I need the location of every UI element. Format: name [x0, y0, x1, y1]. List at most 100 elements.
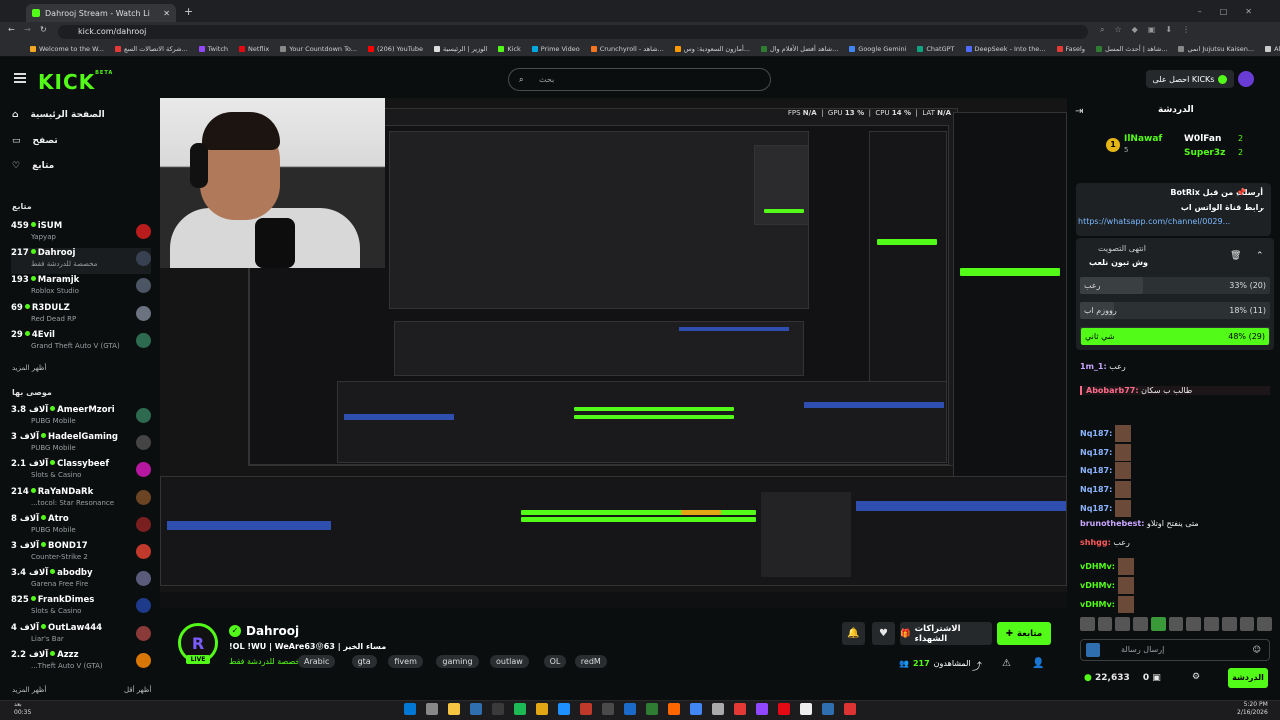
- window-controls[interactable]: –□✕: [1198, 7, 1270, 16]
- system-clock[interactable]: 5:20 PM 2/16/2026: [1237, 701, 1268, 717]
- streamer-name[interactable]: ✓ Dahrooj: [229, 624, 299, 638]
- bookmark-item[interactable]: Faselو: [1056, 45, 1085, 53]
- taskbar-app-icon[interactable]: [712, 703, 724, 715]
- extensions-icon[interactable]: ⌕☆◆▣⬇⋮: [1100, 25, 1200, 35]
- more-users-icon[interactable]: 👤: [1032, 658, 1044, 669]
- chevron-up-icon[interactable]: ⌃: [1256, 251, 1264, 261]
- taskbar-app-icon[interactable]: [536, 703, 548, 715]
- taskbar-app-icon[interactable]: [734, 703, 746, 715]
- report-icon[interactable]: ⚠: [1002, 658, 1011, 669]
- weather-widget[interactable]: بعد 00:35: [14, 701, 31, 717]
- taskbar-app-icon[interactable]: [646, 703, 658, 715]
- chat-input[interactable]: إرسال رسالة ☺: [1080, 639, 1270, 661]
- share-icon[interactable]: ⤴: [972, 658, 982, 673]
- chat-message[interactable]: Nq187:: [1080, 425, 1132, 442]
- bookmark-item[interactable]: Prime Video: [531, 45, 580, 53]
- taskbar-app-icon[interactable]: [668, 703, 680, 715]
- emote-icon[interactable]: [1239, 617, 1255, 631]
- chat-message[interactable]: vDHMv:: [1080, 596, 1134, 613]
- stream-tag[interactable]: outlaw: [490, 655, 529, 668]
- chat-message[interactable]: vDHMv:: [1080, 577, 1134, 594]
- chat-message[interactable]: Nq187:: [1080, 444, 1132, 461]
- favorite-heart-icon[interactable]: ♥: [872, 622, 895, 645]
- chat-username[interactable]: Nq187:: [1080, 485, 1112, 494]
- close-icon[interactable]: ✕: [163, 9, 170, 18]
- new-tab-icon[interactable]: +: [184, 5, 193, 18]
- subscribe-button[interactable]: 🎁 الاشتراكات الشهداء: [900, 622, 992, 645]
- taskbar-app-icon[interactable]: [778, 703, 790, 715]
- taskbar-app-icon[interactable]: [756, 703, 768, 715]
- reload-icon[interactable]: ↻: [40, 25, 47, 34]
- taskbar-app-icon[interactable]: [624, 703, 636, 715]
- emote-icon[interactable]: [1257, 617, 1273, 631]
- chat-username[interactable]: vDHMv:: [1080, 562, 1115, 571]
- chat-username[interactable]: Nq187:: [1080, 429, 1112, 438]
- taskbar-app-icon[interactable]: [690, 703, 702, 715]
- chat-username[interactable]: Nq187:: [1080, 466, 1112, 475]
- stream-category[interactable]: مخصصة للدردشة فقط: [229, 657, 305, 666]
- bookmark-item[interactable]: شركة الاتصالات السع...: [115, 45, 188, 53]
- emote-icon[interactable]: [1186, 617, 1202, 631]
- bookmark-item[interactable]: Kick: [498, 45, 521, 53]
- chat-username[interactable]: 1m_1:: [1080, 362, 1107, 371]
- bookmark-item[interactable]: الوزير | الرئيسية: [433, 45, 487, 53]
- nav-browse[interactable]: ▭ تصفح: [12, 136, 58, 146]
- recommended-channel-item[interactable]: 3 آلاف HadeelGaming PUBG Mobile: [11, 432, 151, 458]
- recommended-channel-item[interactable]: 3.8 آلاف AmeerMzori PUBG Mobile: [11, 405, 151, 431]
- chat-username[interactable]: brunothebest:: [1080, 519, 1144, 528]
- recommended-channel-item[interactable]: 2.2 آلاف Azzz ...Theft Auto V (GTA): [11, 650, 151, 676]
- emote-picker-icon[interactable]: [1086, 643, 1100, 657]
- settings-gear-icon[interactable]: ⚙: [1192, 672, 1200, 682]
- gifter-name[interactable]: W0lFan: [1184, 134, 1221, 144]
- recommended-channel-item[interactable]: 3 آلاف BOND17 Counter-Strike 2: [11, 541, 151, 567]
- bookmark-item[interactable]: Welcome to the W...: [30, 45, 104, 53]
- chat-message[interactable]: Abobarb77: طالب ب سكان: [1080, 386, 1270, 395]
- channel-points[interactable]: ● 22,633 0 ▣: [1084, 673, 1161, 683]
- chat-username[interactable]: Nq187:: [1080, 448, 1112, 457]
- chat-username[interactable]: vDHMv:: [1080, 581, 1115, 590]
- emote-icon[interactable]: [1115, 617, 1131, 631]
- recommended-channel-item[interactable]: 8 آلاف Atro PUBG Mobile: [11, 514, 151, 540]
- recommended-channel-item[interactable]: 825 FrankDimes Slots & Casino: [11, 595, 151, 621]
- smile-icon[interactable]: ☺: [1253, 640, 1261, 660]
- bookmark-item[interactable]: أمازون السعودية: وس...: [674, 45, 750, 53]
- nav-home[interactable]: ⌂ الصفحة الرئيسية: [12, 110, 105, 120]
- following-channel-item[interactable]: 29 4Evil Grand Theft Auto V (GTA): [11, 330, 151, 356]
- chat-send-button[interactable]: الدردشة: [1228, 668, 1268, 688]
- recommended-channel-item[interactable]: 2.1 آلاف Classybeef Slots & Casino: [11, 459, 151, 485]
- bookmark-item[interactable]: Your Countdown To...: [280, 45, 357, 53]
- taskbar-app-icon[interactable]: [448, 703, 460, 715]
- bookmark-item[interactable]: DeepSeek - Into the...: [965, 45, 1046, 53]
- bookmark-item[interactable]: شاهد | أحدث المسل...: [1095, 45, 1167, 53]
- bookmark-item[interactable]: Twitch: [198, 45, 228, 53]
- nav-following[interactable]: ♡ متابع: [12, 161, 54, 171]
- user-avatar[interactable]: [1238, 71, 1254, 87]
- chat-message[interactable]: brunothebest: متى ينفتح اوتلاو: [1080, 519, 1199, 528]
- gifter-name[interactable]: IlNawaf: [1124, 134, 1162, 144]
- pin-icon[interactable]: 📌: [1236, 188, 1246, 197]
- recommended-channel-item[interactable]: 3.4 آلاف abodby Garena Free Fire: [11, 568, 151, 594]
- emote-icon[interactable]: [1080, 617, 1095, 631]
- bookmark-item[interactable]: ChatGPT: [917, 45, 955, 53]
- show-less-recommended[interactable]: أظهر أقل: [124, 686, 151, 694]
- url-field[interactable]: kick.com/dahrooj: [58, 25, 1088, 39]
- emote-icon[interactable]: [1168, 617, 1184, 631]
- taskbar-app-icon[interactable]: [822, 703, 834, 715]
- chat-username[interactable]: shhgg:: [1080, 538, 1111, 547]
- bookmark-item[interactable]: All Bookmarks: [1265, 45, 1280, 53]
- bookmark-item[interactable]: انمي Jujutsu Kaisen...: [1178, 45, 1254, 53]
- chat-username[interactable]: Nq187:: [1080, 504, 1112, 513]
- chat-message[interactable]: Nq187:: [1080, 462, 1132, 479]
- pinned-link[interactable]: https://whatsapp.com/channel/0029...: [1078, 217, 1230, 226]
- windows-start-icon[interactable]: [404, 703, 416, 715]
- emote-icon[interactable]: [1097, 617, 1113, 631]
- recommended-channel-item[interactable]: 214 RaYaNDaRk ...tocol: Star Resonance: [11, 487, 151, 513]
- stream-tag[interactable]: OL: [543, 655, 567, 668]
- emote-icon[interactable]: [1204, 617, 1219, 631]
- taskbar-app-icon[interactable]: [426, 703, 438, 715]
- taskbar-app-icon[interactable]: [800, 703, 812, 715]
- trash-icon[interactable]: 🗑: [1230, 251, 1241, 261]
- emote-icon[interactable]: [1221, 617, 1237, 631]
- following-channel-item[interactable]: 69 R3DULZ Red Dead RP: [11, 303, 151, 329]
- following-channel-item[interactable]: 459 iSUM Yapyap: [11, 221, 151, 247]
